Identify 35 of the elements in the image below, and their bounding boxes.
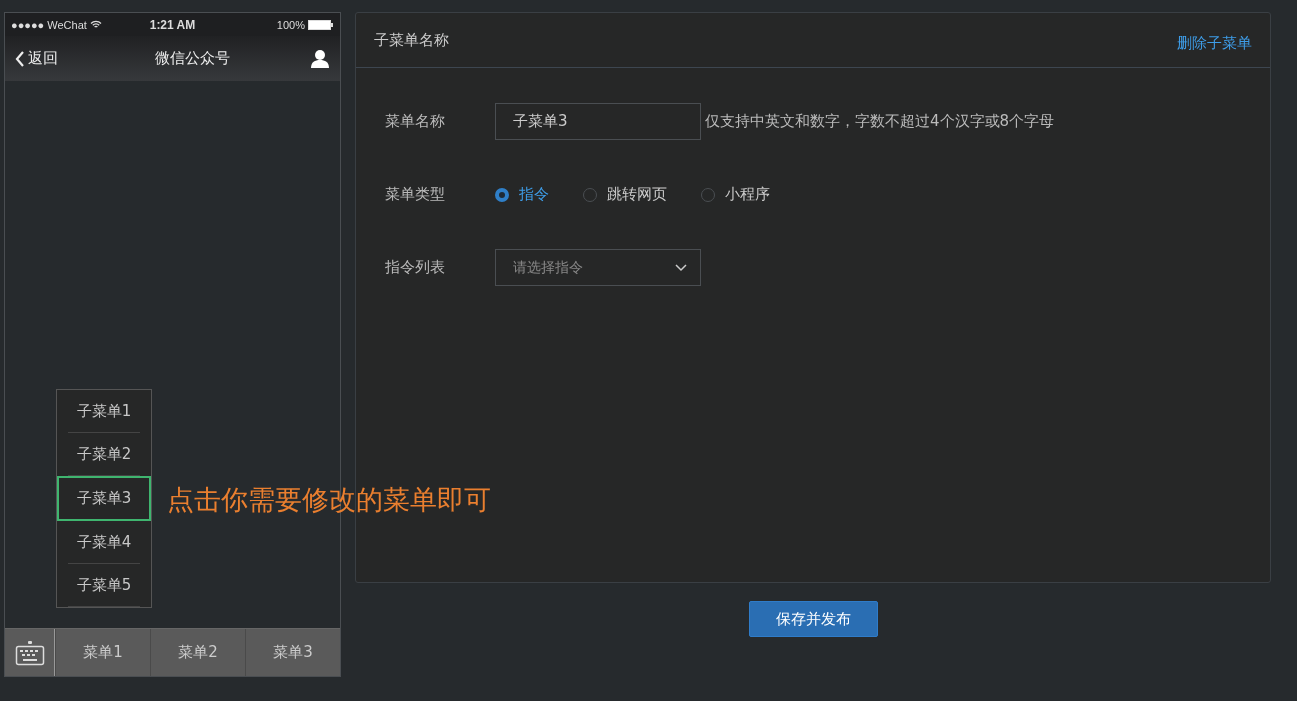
submenu-item[interactable]: 子菜单4 [68, 521, 140, 564]
battery-text: 100% [276, 18, 305, 31]
radio-label: 指令 [519, 185, 549, 204]
field-label: 菜单类型 [385, 185, 446, 204]
radio-option[interactable]: 小程序 [701, 185, 770, 204]
chevron-left-icon [15, 49, 25, 68]
panel-title: 子菜单名称 [374, 30, 449, 50]
submenu-item[interactable]: 子菜单2 [68, 433, 140, 476]
submenu-item[interactable]: 子菜单1 [68, 390, 140, 433]
radio-option[interactable]: 指令 [495, 185, 549, 204]
command-dropdown[interactable]: 请选择指令 [495, 249, 701, 286]
field-hint: 仅支持中英文和数字，字数不超过4个汉字或8个字母 [705, 112, 1055, 131]
name-input[interactable]: 子菜单3 [495, 103, 701, 140]
submenu-item[interactable]: 子菜单3 [57, 476, 151, 521]
keyboard-icon [14, 639, 45, 666]
save-publish-button[interactable]: 保存并发布 [748, 601, 878, 637]
menu-tab[interactable]: 菜单1 [55, 629, 150, 676]
radio-option[interactable]: 跳转网页 [583, 185, 667, 204]
field-label: 菜单名称 [385, 112, 446, 131]
field-label: 指令列表 [385, 258, 446, 277]
menu-tab[interactable]: 菜单2 [150, 629, 245, 676]
menu-tab[interactable]: 菜单3 [245, 629, 340, 676]
chevron-down-icon [675, 263, 687, 272]
wifi-icon [89, 20, 102, 29]
submenu-item[interactable]: 子菜单5 [68, 564, 140, 607]
clock-text: 1:21 AM [149, 17, 196, 32]
carrier-text: ●●●●● WeChat [11, 18, 87, 31]
radio-label: 小程序 [725, 185, 770, 204]
battery-icon [308, 19, 334, 30]
radio-label: 跳转网页 [607, 185, 667, 204]
delete-link[interactable]: 删除子菜单 [1177, 27, 1252, 53]
back-link[interactable]: 返回 [15, 49, 75, 68]
nav-title: 微信公众号 [155, 49, 230, 68]
user-icon[interactable] [310, 48, 330, 69]
hint-overlay: 点击你需要修改的菜单即可 [167, 483, 491, 517]
